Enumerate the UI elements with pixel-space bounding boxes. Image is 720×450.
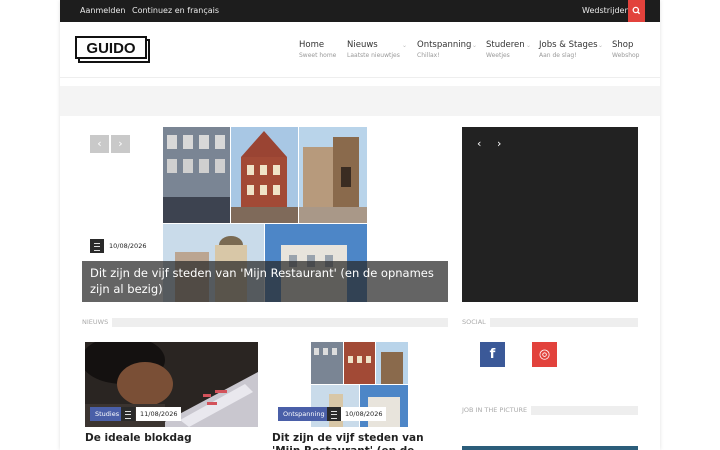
format-standard-icon [121, 407, 135, 421]
chevron-down-icon: ⌄ [472, 42, 478, 49]
nav-label: Studeren [486, 40, 525, 50]
news-card-title[interactable]: De ideale blokdag [85, 432, 258, 445]
hero-date: 10/08/2026 [105, 239, 151, 253]
job-widget[interactable] [462, 446, 638, 450]
nav-label: Ontspanning [417, 40, 472, 50]
slider-next-button[interactable]: › [111, 135, 130, 153]
nav-sublabel: Weetjes [486, 52, 510, 59]
chevron-down-icon: ⌄ [598, 42, 604, 49]
section-header-social: SOCIAL [462, 318, 638, 327]
chevron-left-icon[interactable]: ‹ [477, 137, 481, 150]
page: Aanmelden Continuez en français Wedstrij… [60, 0, 660, 450]
nav-ontspanning[interactable]: Ontspanning Chillax! ⌄ [417, 40, 477, 59]
section-title: SOCIAL [462, 318, 490, 327]
chevron-down-icon: ⌄ [402, 42, 408, 49]
instagram-button[interactable]: ◎ [532, 342, 557, 367]
contests-link[interactable]: Wedstrijden [582, 0, 630, 22]
search-button[interactable] [628, 0, 645, 22]
site-logo[interactable]: GUIDO [75, 36, 150, 63]
nav-jobs-stages[interactable]: Jobs & Stages Aan de slag! ⌄ [539, 40, 603, 59]
nav-label: Home [299, 40, 325, 50]
format-standard-icon [327, 407, 341, 421]
nav-sublabel: Aan de slag! [539, 52, 577, 59]
category-badge[interactable]: Studies [90, 407, 125, 421]
hero-title[interactable]: Dit zijn de vijf steden van 'Mijn Restau… [82, 261, 448, 302]
top-bar: Aanmelden Continuez en français Wedstrij… [60, 0, 660, 22]
chevron-right-icon[interactable]: › [497, 137, 501, 150]
site-header: GUIDO Home Sweet home Nieuws Laatste nie… [60, 22, 660, 78]
logo-text: GUIDO [86, 40, 136, 57]
hero-slider[interactable]: ‹ › 10/08/2026 Dit zijn de vijf steden v… [82, 127, 448, 302]
login-link[interactable]: Aanmelden [80, 0, 125, 22]
nav-sublabel: Webshop [612, 52, 640, 59]
nav-label: Nieuws [347, 40, 378, 50]
instagram-icon: ◎ [538, 347, 551, 362]
chevron-right-icon: › [118, 137, 123, 150]
nav-sublabel: Chillax! [417, 52, 440, 59]
nav-label: Shop [612, 40, 634, 50]
nav-label: Jobs & Stages [539, 40, 598, 50]
nav-studeren[interactable]: Studeren Weetjes ⌄ [486, 40, 531, 59]
chevron-left-icon: ‹ [97, 137, 102, 150]
facebook-icon: f [489, 347, 496, 362]
chevron-down-icon: ⌄ [526, 42, 532, 49]
card-date: 11/08/2026 [136, 407, 182, 421]
search-icon [632, 6, 641, 15]
french-link[interactable]: Continuez en français [132, 0, 219, 22]
section-title: JOB IN THE PICTURE [462, 406, 532, 415]
section-header-news: NIEUWS [82, 318, 448, 327]
nav-sublabel: Sweet home [299, 52, 337, 59]
news-card-title[interactable]: Dit zijn de vijf steden van 'Mijn Restau… [272, 432, 438, 450]
section-title: NIEUWS [82, 318, 113, 327]
format-standard-icon [90, 239, 104, 253]
card-date: 10/08/2026 [341, 407, 387, 421]
slider-prev-button[interactable]: ‹ [90, 135, 109, 153]
facebook-button[interactable]: f [480, 342, 505, 367]
nav-home[interactable]: Home Sweet home [299, 40, 336, 59]
nav-shop[interactable]: Shop Webshop [612, 40, 640, 59]
ad-banner [60, 86, 660, 116]
section-header-jobs: JOB IN THE PICTURE [462, 406, 638, 415]
nav-nieuws[interactable]: Nieuws Laatste nieuwtjes ⌄ [347, 40, 407, 59]
nav-sublabel: Laatste nieuwtjes [347, 52, 400, 59]
category-badge[interactable]: Ontspanning [278, 407, 330, 421]
video-slider[interactable]: ‹ › [462, 127, 638, 302]
